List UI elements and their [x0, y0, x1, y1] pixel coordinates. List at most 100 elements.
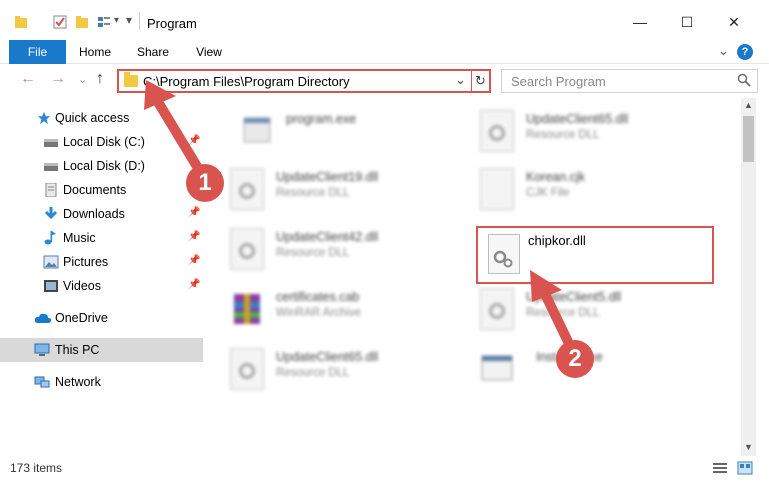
refresh-button[interactable]: ↻	[471, 71, 489, 91]
sidebar-item-local-disk-d[interactable]: Local Disk (D:)	[0, 154, 203, 178]
file-type: WinRAR Archive	[276, 307, 361, 319]
folder-icon	[124, 72, 138, 87]
archive-icon	[234, 294, 260, 324]
ribbon: File Home Share View ⌄ ?	[0, 40, 769, 88]
pin-icon[interactable]: 📌	[188, 231, 200, 242]
forward-button[interactable]: →	[50, 70, 66, 88]
file-list: program.exe UpdateClient65.dll Resource …	[208, 98, 741, 456]
list-item[interactable]: UpdateClient5.dll Resource DLL	[480, 286, 720, 334]
scrollbar-thumb[interactable]	[743, 116, 754, 162]
back-button[interactable]: ←	[20, 70, 36, 88]
network-icon	[34, 376, 50, 388]
installer-icon	[481, 355, 513, 381]
new-folder-icon[interactable]	[74, 14, 90, 30]
details-view-icon[interactable]	[712, 461, 728, 475]
expand-ribbon-icon[interactable]: ⌄	[718, 43, 729, 59]
computer-icon	[34, 343, 50, 356]
file-name: Korean.cjk	[526, 170, 586, 184]
title-bar: ▾ ▾ Program — ☐ ✕	[0, 0, 769, 40]
file-name: UpdateClient42.dll	[276, 230, 379, 244]
view-icon[interactable]	[96, 14, 112, 30]
address-path[interactable]: C:\Program Files\Program Directory	[143, 74, 350, 89]
drive-icon	[44, 163, 58, 171]
sidebar-item-label: OneDrive	[55, 311, 108, 325]
pin-icon[interactable]: 📌	[188, 207, 200, 218]
window-title: Program	[147, 16, 197, 31]
sidebar-item-label: Local Disk (C:)	[63, 135, 145, 149]
properties-icon[interactable]	[52, 14, 68, 30]
address-bar[interactable]: C:\Program Files\Program Directory ⌄ ↻	[117, 69, 491, 93]
pin-icon[interactable]: 📌	[188, 279, 200, 290]
list-item[interactable]: UpdateClient42.dll Resource DLL	[230, 226, 470, 274]
callout-badge-1: 1	[186, 164, 224, 202]
scroll-up-icon[interactable]: ▲	[741, 100, 756, 110]
sidebar-item-documents[interactable]: Documents 📌	[0, 178, 203, 202]
file-type: Resource DLL	[526, 129, 600, 141]
sidebar-item-network[interactable]: Network	[0, 370, 203, 394]
help-icon[interactable]: ?	[737, 44, 753, 60]
sidebar-item-label: Music	[63, 231, 96, 245]
pin-icon[interactable]: 📌	[188, 135, 200, 146]
sidebar-item-this-pc[interactable]: This PC	[0, 338, 203, 362]
customize-qa-icon[interactable]: ▾	[114, 15, 119, 26]
minimize-button[interactable]: —	[617, 6, 663, 38]
list-item[interactable]: UpdateClient65.dll Resource DLL	[230, 346, 470, 394]
dll-icon	[230, 348, 264, 390]
sidebar-item-local-disk-c[interactable]: Local Disk (C:) 📌	[0, 130, 203, 154]
dll-gear-icon	[488, 234, 520, 274]
sidebar-item-pictures[interactable]: Pictures 📌	[0, 250, 203, 274]
list-item[interactable]: Installer.exe	[480, 346, 720, 394]
sidebar-item-label: This PC	[55, 343, 100, 357]
document-icon	[480, 168, 514, 210]
up-button[interactable]: ↑	[96, 70, 104, 88]
music-icon	[44, 231, 56, 245]
vertical-scrollbar[interactable]: ▲ ▼	[741, 98, 756, 456]
tab-share[interactable]: Share	[129, 40, 177, 64]
list-item[interactable]: UpdateClient19.dll Resource DLL	[230, 166, 470, 214]
large-icons-view-icon[interactable]	[737, 461, 753, 475]
sidebar-item-label: Network	[55, 375, 101, 389]
list-item[interactable]: program.exe	[240, 108, 480, 156]
pin-icon[interactable]: 📌	[188, 255, 200, 266]
item-count: 173 items	[10, 461, 63, 475]
sidebar-item-label: Pictures	[63, 255, 109, 269]
highlighted-file[interactable]: chipkor.dll	[476, 226, 714, 284]
file-type: Resource DLL	[276, 187, 350, 199]
maximize-button[interactable]: ☐	[664, 6, 710, 38]
pictures-icon	[43, 255, 59, 269]
file-name: chipkor.dll	[528, 233, 586, 248]
file-type: CJK File	[526, 187, 570, 199]
star-icon	[37, 111, 51, 125]
address-dropdown-icon[interactable]: ⌄	[455, 72, 466, 88]
sidebar-item-onedrive[interactable]: OneDrive	[0, 306, 203, 330]
file-name: certificates.cab	[276, 290, 360, 304]
videos-icon	[44, 280, 58, 292]
folder-icon[interactable]	[13, 14, 29, 30]
sidebar-item-label: Documents	[63, 183, 127, 197]
search-icon[interactable]	[737, 73, 751, 87]
list-item[interactable]: Korean.cjk CJK File	[480, 166, 720, 214]
list-item[interactable]: certificates.cab WinRAR Archive	[230, 286, 470, 334]
sidebar-item-videos[interactable]: Videos 📌	[0, 274, 203, 298]
file-name: UpdateClient5.dll	[526, 290, 622, 304]
file-name: program.exe	[286, 112, 357, 126]
sidebar-item-music[interactable]: Music 📌	[0, 226, 203, 250]
sidebar-item-quick-access[interactable]: Quick access	[0, 106, 203, 130]
scroll-down-icon[interactable]: ▼	[741, 442, 756, 452]
file-type: Resource DLL	[526, 307, 600, 319]
dll-icon	[230, 228, 264, 270]
close-button[interactable]: ✕	[711, 6, 757, 38]
download-icon	[44, 207, 58, 220]
list-item[interactable]: UpdateClient65.dll Resource DLL	[480, 108, 720, 156]
recent-locations-button[interactable]: ⌄	[78, 73, 87, 86]
documents-icon	[45, 183, 57, 197]
file-type: Resource DLL	[276, 247, 350, 259]
sidebar-item-label: Local Disk (D:)	[63, 159, 145, 173]
tab-home[interactable]: Home	[71, 40, 119, 64]
drive-icon	[44, 139, 58, 147]
tab-view[interactable]: View	[185, 40, 233, 64]
search-placeholder: Search Program	[511, 74, 606, 89]
sidebar-item-downloads[interactable]: Downloads 📌	[0, 202, 203, 226]
quick-access-dropdown-icon[interactable]: ▾	[126, 13, 132, 27]
search-input[interactable]: Search Program	[501, 69, 758, 93]
